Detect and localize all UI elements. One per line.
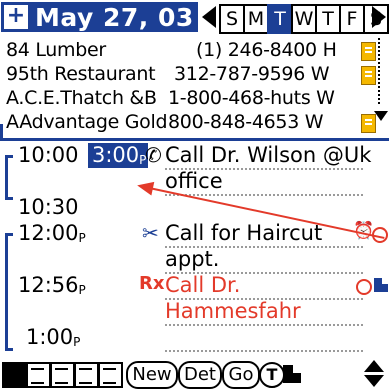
pm-suffix: P <box>78 283 86 297</box>
contacts-scroll-down-icon[interactable] <box>374 111 388 121</box>
contact-name: A.C.E.Thatch &B <box>6 87 157 109</box>
time-label[interactable]: 10:30 <box>18 195 79 219</box>
contact-row[interactable]: A.C.E.Thatch &B 1-800-468-huts W <box>6 86 335 110</box>
contact-phone: 312-787-9596 W <box>174 63 330 85</box>
phone-icon: ✆ <box>145 143 162 167</box>
contact-phone: (1) 246-8400 H <box>196 39 337 61</box>
day-view-icon[interactable] <box>2 362 27 388</box>
event-title-cont[interactable]: appt. <box>165 247 219 271</box>
event-title[interactable]: Call Dr. <box>165 273 240 297</box>
note-icon[interactable] <box>361 66 376 85</box>
time-tick <box>5 348 13 351</box>
contact-phone: 800-848-4653 W <box>168 111 324 133</box>
scroll-up-icon[interactable] <box>364 360 384 372</box>
note-icon[interactable] <box>361 42 376 61</box>
todo-button[interactable]: T <box>259 362 285 388</box>
contacts-scrollbar[interactable] <box>378 38 386 104</box>
day-tue[interactable]: T <box>267 4 293 34</box>
day-sun[interactable]: S <box>219 4 245 34</box>
row-divider <box>165 324 363 326</box>
week-day-selector: S M T W T F S <box>219 4 389 34</box>
pm-suffix: P <box>78 231 86 245</box>
link-icon[interactable] <box>374 277 389 292</box>
contact-name: 95th Restaurant <box>6 63 156 85</box>
link-icon[interactable] <box>283 364 302 383</box>
agenda-view: 10:00 3:00P ✆ Call Dr. Wilson @Uk office… <box>0 141 389 352</box>
current-date: May 27, 03 <box>35 2 194 32</box>
time-value: 12:56 <box>18 273 79 297</box>
time-label[interactable]: 10:00 <box>18 143 79 167</box>
next-week-arrow-icon[interactable] <box>372 6 386 28</box>
go-button[interactable]: Go <box>222 361 260 389</box>
end-time-badge[interactable]: 3:00P <box>88 143 148 168</box>
contact-phone: 1-800-468-huts W <box>168 87 335 109</box>
row-divider <box>165 350 363 352</box>
new-event-plus-icon[interactable]: + <box>4 5 28 29</box>
details-button[interactable]: Det <box>178 361 222 389</box>
bottom-toolbar: New Det Go T <box>0 358 389 389</box>
day-wed[interactable]: W <box>291 4 317 34</box>
week-view-icon[interactable] <box>26 362 51 388</box>
header-bar: + May 27, 03 S M T W T F S <box>0 0 389 34</box>
event-title[interactable]: Call for Haircut <box>165 221 322 245</box>
priority-circle-icon[interactable] <box>356 279 372 295</box>
contact-row[interactable]: 95th Restaurant 312-787-9596 W <box>6 62 330 86</box>
rx-icon: Rx <box>139 273 165 294</box>
day-fri[interactable]: F <box>339 4 365 34</box>
contacts-list: 84 Lumber (1) 246-8400 H 95th Restaurant… <box>0 38 389 141</box>
day-thu[interactable]: T <box>315 4 341 34</box>
week-grid-view-icon[interactable] <box>50 362 75 388</box>
duration-bar <box>5 155 8 199</box>
contact-row[interactable]: 84 Lumber (1) 246-8400 H <box>6 38 337 62</box>
contact-name: 84 Lumber <box>6 39 106 61</box>
event-title-cont[interactable]: office <box>165 169 223 193</box>
scroll-down-icon[interactable] <box>364 375 384 387</box>
duration-bar <box>5 233 8 351</box>
time-tick <box>5 197 13 200</box>
time-value: 1:00 <box>26 325 74 349</box>
event-title-cont[interactable]: Hammesfahr <box>165 299 301 323</box>
end-time-value: 3:00 <box>92 143 140 167</box>
day-mon[interactable]: M <box>243 4 269 34</box>
annotation-arrow-head-icon <box>135 178 155 196</box>
pm-suffix: P <box>73 335 81 349</box>
list-view-icon[interactable] <box>98 362 123 388</box>
new-button[interactable]: New <box>126 361 178 389</box>
contact-row[interactable]: AAdvantage Gold 800-848-4653 W <box>6 110 324 134</box>
time-label[interactable]: 12:00P <box>18 221 86 245</box>
date-selector-button[interactable]: + May 27, 03 <box>1 2 198 32</box>
time-label[interactable]: 12:56P <box>18 273 86 297</box>
scissors-icon: ✂ <box>142 221 159 245</box>
event-title[interactable]: Call Dr. Wilson @Uk <box>165 143 371 167</box>
time-value: 12:00 <box>18 221 79 245</box>
month-view-icon[interactable] <box>74 362 99 388</box>
prev-week-arrow-icon[interactable] <box>202 6 216 28</box>
contact-name: AAdvantage Gold <box>6 111 168 133</box>
time-label[interactable]: 1:00P <box>26 325 80 349</box>
